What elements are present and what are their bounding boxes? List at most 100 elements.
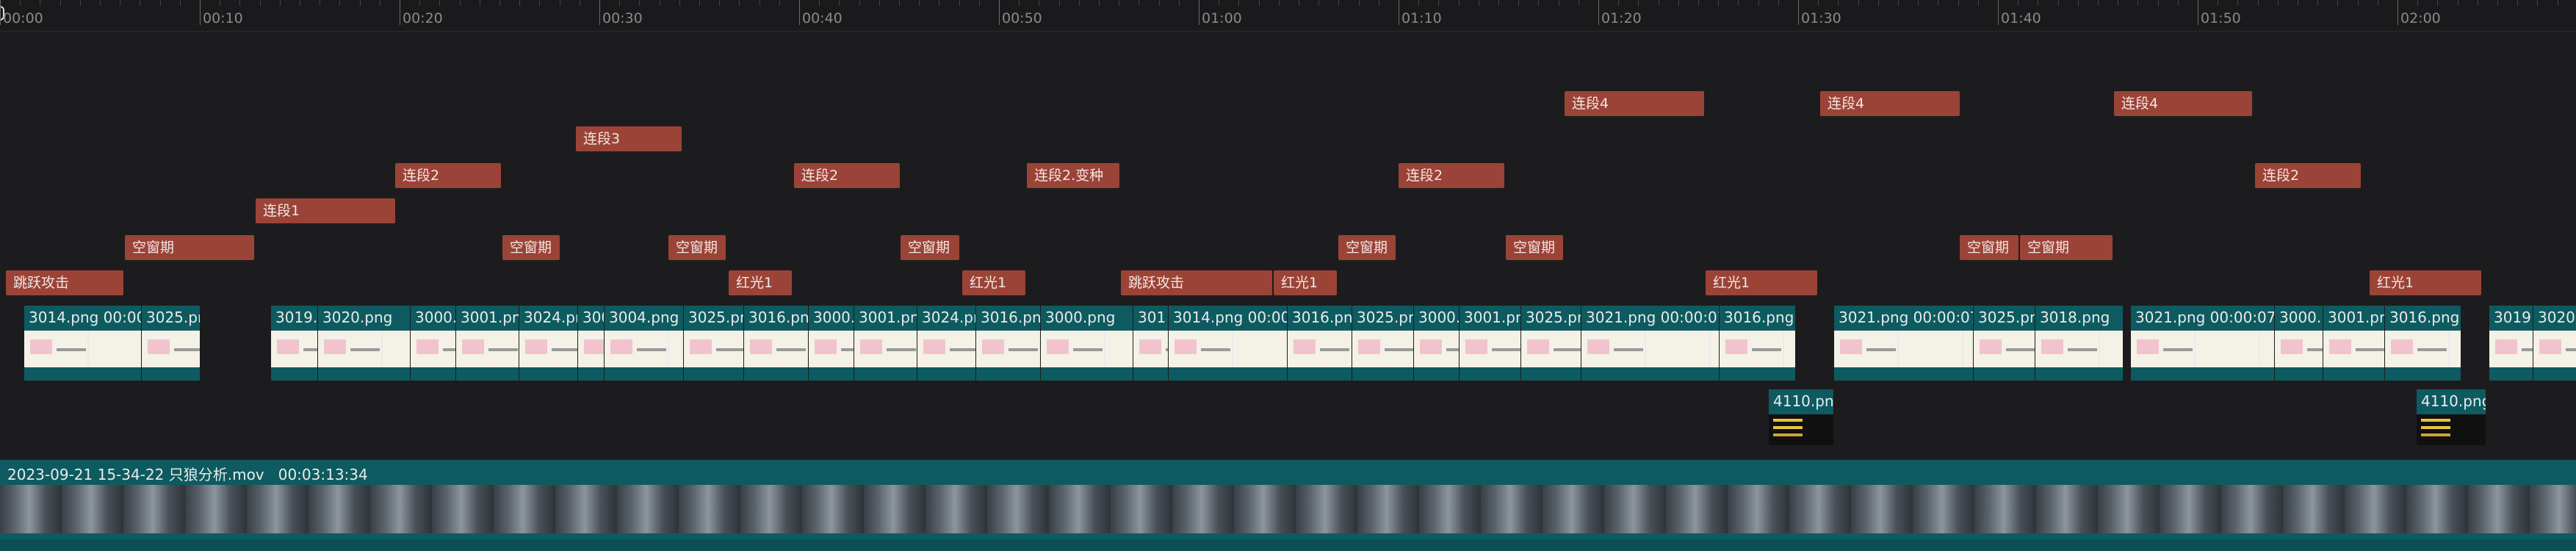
image-clip[interactable]: 3016.png (743, 306, 808, 381)
image-clip[interactable]: 3000.p (808, 306, 854, 381)
image-clip[interactable]: 3016.png (975, 306, 1040, 381)
image-clip[interactable]: 3001.png (854, 306, 917, 381)
timeline-marker[interactable]: 连段4 (1820, 91, 1960, 116)
overlay-image-clip[interactable]: 4110.png (2417, 389, 2486, 445)
image-clip[interactable]: 3001.png (455, 306, 519, 381)
image-clip[interactable]: 3025.png (1520, 306, 1581, 381)
time-ruler[interactable]: 00:00 00:10 00:20 00:30 00:40 00:50 01:00 01:10… (0, 0, 2576, 32)
image-clip[interactable]: 3000.p (410, 306, 455, 381)
ruler-minor-tick (1158, 0, 1160, 6)
clip-thumbnail (809, 331, 854, 367)
image-clip[interactable]: 3001.png (1459, 306, 1520, 381)
image-clip[interactable]: 3019.p (2489, 306, 2533, 381)
clip-name: 301 (1138, 309, 1166, 326)
image-clip[interactable]: 3016.png (1719, 306, 1795, 381)
clip-name: 3000.p (415, 309, 455, 326)
ruler-minor-tick (519, 0, 521, 6)
image-clip[interactable]: 3020.p (2533, 306, 2576, 381)
timeline-marker[interactable]: 连段2.变种 (1027, 163, 1119, 188)
timeline-marker[interactable]: 空窗期 (1338, 235, 1396, 260)
image-clip[interactable]: 3024.png (917, 306, 975, 381)
image-clip[interactable]: 3019.p (270, 306, 317, 381)
timeline[interactable]: 00:00 00:10 00:20 00:30 00:40 00:50 01:00 01:10… (0, 0, 2576, 551)
timeline-marker[interactable]: 连段4 (1565, 91, 1704, 116)
clip-name: 3025.png (146, 309, 200, 326)
video-track-clip[interactable]: 2023-09-21 15-34-22 只狼分析.mov 00:03:13:34 (0, 460, 2576, 551)
timeline-marker[interactable]: 跳跃攻击 (1121, 270, 1272, 295)
timeline-marker[interactable]: 空窗期 (668, 235, 726, 260)
timeline-marker[interactable]: 空窗期 (901, 235, 959, 260)
timeline-marker[interactable]: 空窗期 (1960, 235, 2018, 260)
ruler-time-label: 00:50 (1002, 10, 1042, 26)
timeline-marker[interactable]: 连段4 (2114, 91, 2252, 116)
timeline-marker[interactable]: 红光1 (2370, 270, 2481, 295)
ruler-minor-tick (1438, 0, 1440, 6)
image-clip[interactable]: 3016.png (1287, 306, 1352, 381)
timeline-marker[interactable]: 连段1 (256, 198, 395, 223)
ruler-minor-tick (719, 0, 721, 6)
ruler-minor-tick (1898, 0, 1899, 6)
ruler-minor-tick (959, 0, 960, 6)
clip-name: 4110.png (1773, 392, 1833, 410)
image-clip[interactable]: 3021.png 00:00:07:0 (1833, 306, 1973, 381)
image-clip[interactable]: 3014.png 00:00:0 (24, 306, 141, 381)
image-clip[interactable]: 3000.p (2274, 306, 2323, 381)
timeline-marker[interactable]: 红光1 (1706, 270, 1817, 295)
image-clip[interactable]: 3000.png (1040, 306, 1133, 381)
timeline-marker[interactable]: 连段2 (395, 163, 501, 188)
clip-name: 3018.png (2040, 309, 2110, 326)
image-clip[interactable]: 3024.pn (519, 306, 577, 381)
clip-thumbnail (24, 331, 141, 367)
timeline-marker[interactable]: 连段2 (2255, 163, 2361, 188)
timeline-marker[interactable]: 空窗期 (125, 235, 254, 260)
overlay-image-clip[interactable]: 4110.png (1769, 389, 1833, 445)
image-clip[interactable]: 3014.png 00:00:0 (1168, 306, 1287, 381)
clip-name: 3025.png (688, 309, 743, 326)
clip-thumbnail (1169, 331, 1287, 367)
ruler-minor-tick (1758, 0, 1759, 6)
timeline-marker[interactable]: 连段2 (1399, 163, 1504, 188)
timeline-marker[interactable]: 空窗期 (1506, 235, 1563, 260)
clip-thumbnail (2533, 331, 2576, 367)
ruler-minor-tick (679, 0, 680, 6)
timeline-marker[interactable]: 红光1 (962, 270, 1025, 295)
timeline-marker[interactable]: 空窗期 (502, 235, 560, 260)
clip-thumbnail (2385, 331, 2461, 367)
ruler-minor-tick (20, 0, 21, 6)
ruler-major-tick (1798, 0, 1799, 25)
image-clip[interactable]: 3020.png (317, 306, 410, 381)
clip-name: 3025.png (1978, 309, 2035, 326)
image-clip[interactable]: 3021.png 00:00:07:0 (1581, 306, 1719, 381)
ruler-minor-tick (2277, 0, 2279, 6)
ruler-major-tick (599, 0, 600, 25)
timeline-marker[interactable]: 空窗期 (2020, 235, 2113, 260)
ruler-minor-tick (439, 0, 441, 6)
timeline-marker[interactable]: 连段2 (794, 163, 900, 188)
image-clip[interactable]: 3018.png (2035, 306, 2123, 381)
timeline-marker[interactable]: 红光1 (729, 270, 792, 295)
ruler-minor-tick (1877, 0, 1879, 6)
ruler-minor-tick (1058, 0, 1060, 6)
image-clip[interactable]: 3025.png (1352, 306, 1413, 381)
timeline-marker[interactable]: 跳跃攻击 (6, 270, 123, 295)
ruler-minor-tick (2357, 0, 2359, 6)
image-clip[interactable]: 3025.png (141, 306, 200, 381)
clip-thumbnail (2131, 331, 2274, 367)
image-clip[interactable]: 3025.png (1973, 306, 2035, 381)
image-clip[interactable]: 3000.p (1413, 306, 1459, 381)
image-clip[interactable]: 300 (577, 306, 604, 381)
image-clip[interactable]: 3004.png (604, 306, 683, 381)
image-clip[interactable]: 3021.png 00:00:07:17 (2130, 306, 2274, 381)
image-clip[interactable]: 3016.png (2384, 306, 2461, 381)
image-clip[interactable]: 3025.png (683, 306, 743, 381)
image-clip[interactable]: 3001.png (2323, 306, 2384, 381)
ruler-minor-tick (2317, 0, 2319, 6)
ruler-minor-tick (1238, 0, 1240, 6)
ruler-major-tick (799, 0, 800, 25)
ruler-minor-tick (2157, 0, 2159, 6)
timeline-marker[interactable]: 红光1 (1274, 270, 1337, 295)
ruler-minor-tick (59, 0, 61, 6)
timeline-marker[interactable]: 连段3 (576, 126, 682, 151)
image-clip[interactable]: 301 (1133, 306, 1168, 381)
ruler-time-label: 00:20 (403, 10, 443, 26)
